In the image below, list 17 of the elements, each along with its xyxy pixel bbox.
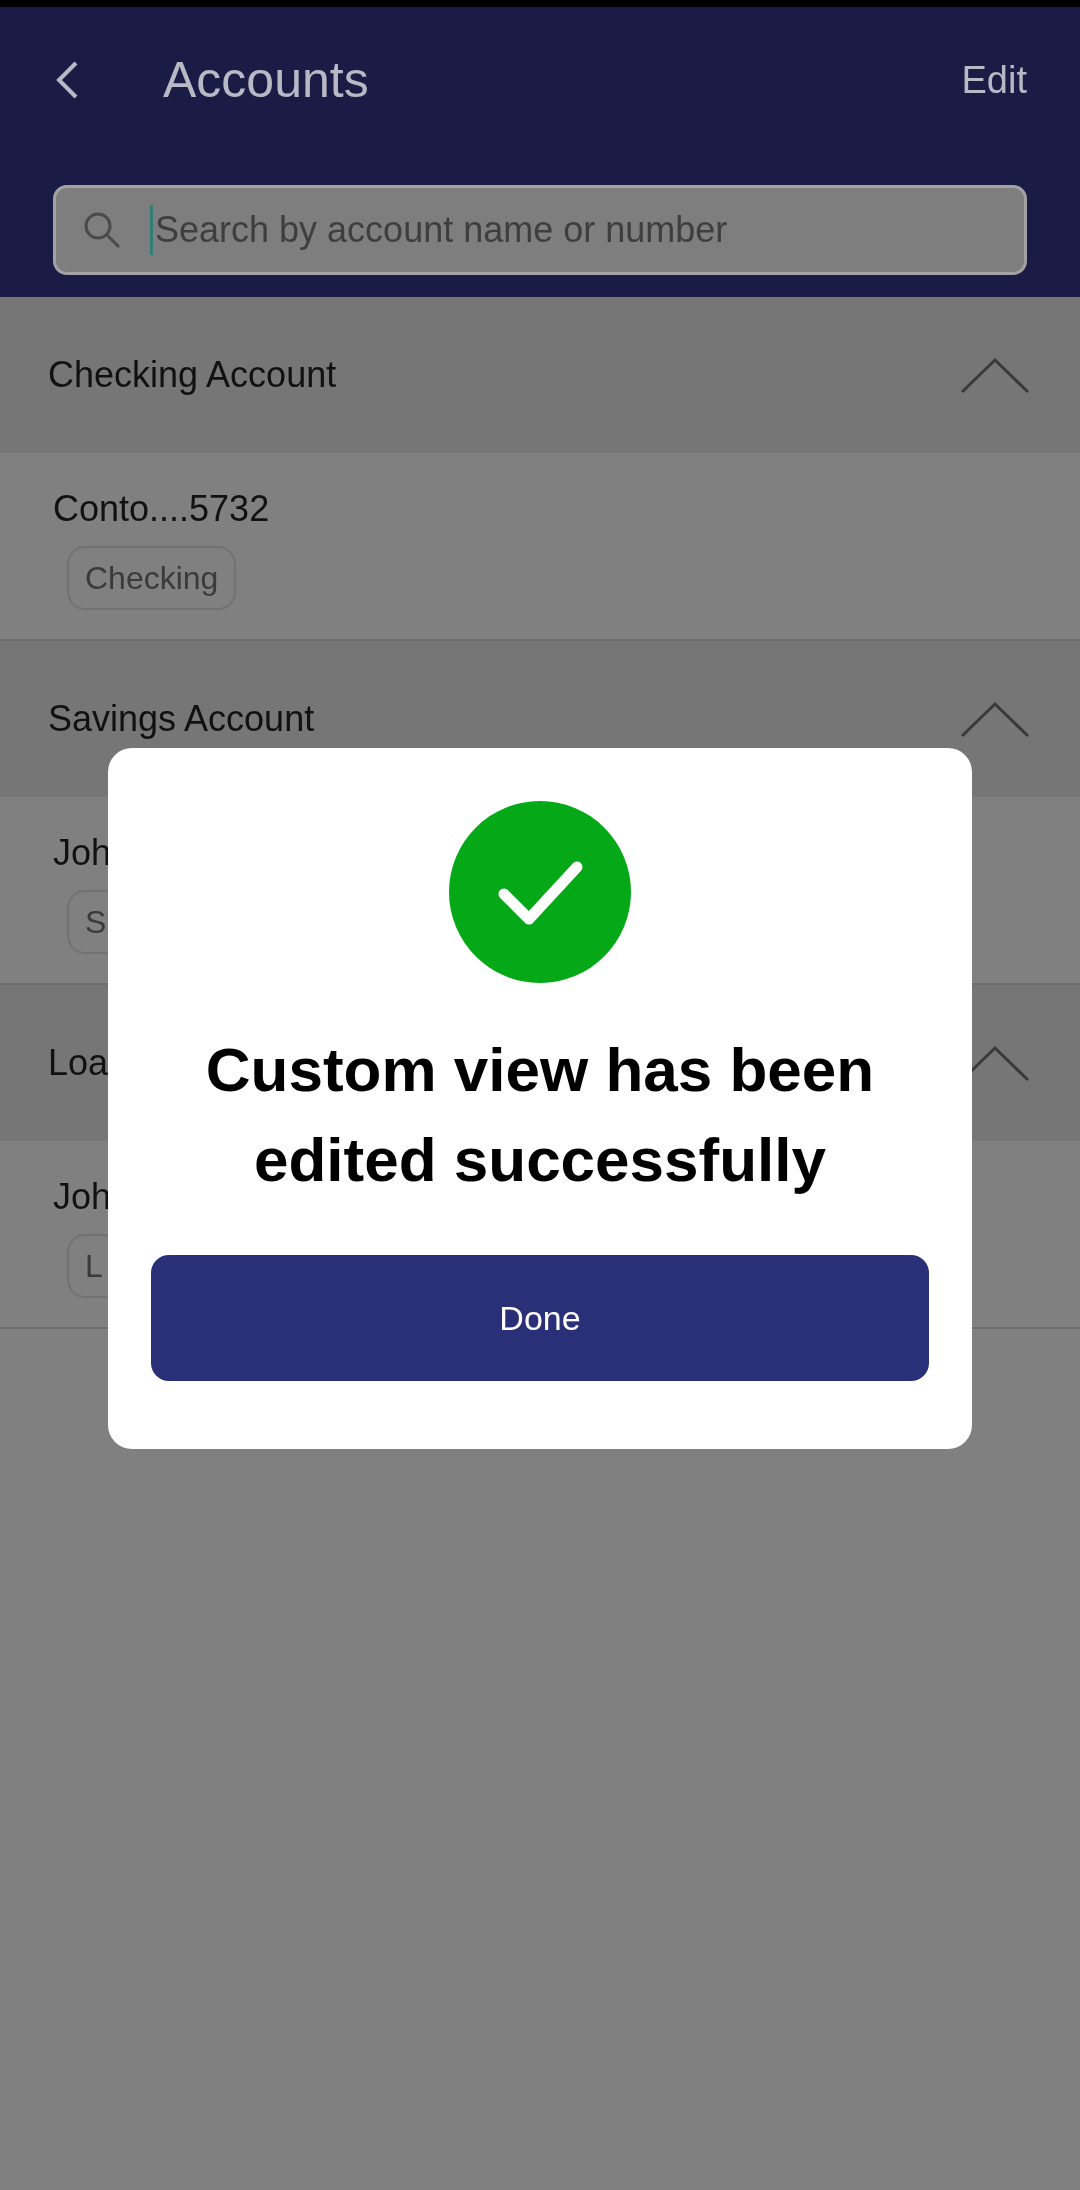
section-title: Loa [48, 1041, 109, 1085]
account-name: Joh [53, 831, 113, 875]
dialog-message: Custom view has been edited successfully [204, 1034, 876, 1196]
search-field[interactable]: Search by account name or number [53, 185, 1027, 275]
section-title: Savings Account [48, 697, 315, 741]
account-name: Conto....5732 [53, 487, 271, 531]
section-title: Checking Account [48, 353, 337, 397]
done-button[interactable]: Done [151, 1255, 929, 1381]
account-name: Joh [53, 1175, 113, 1219]
back-icon[interactable] [55, 60, 79, 100]
edit-button[interactable]: Edit [961, 51, 1027, 109]
check-circle-icon [449, 801, 631, 983]
page-title: Accounts [163, 50, 369, 110]
section-header[interactable]: Checking Account [0, 297, 1080, 453]
account-type-tag: Checking [67, 546, 237, 610]
search-input[interactable]: Search by account name or number [155, 203, 998, 257]
search-icon [82, 210, 122, 250]
